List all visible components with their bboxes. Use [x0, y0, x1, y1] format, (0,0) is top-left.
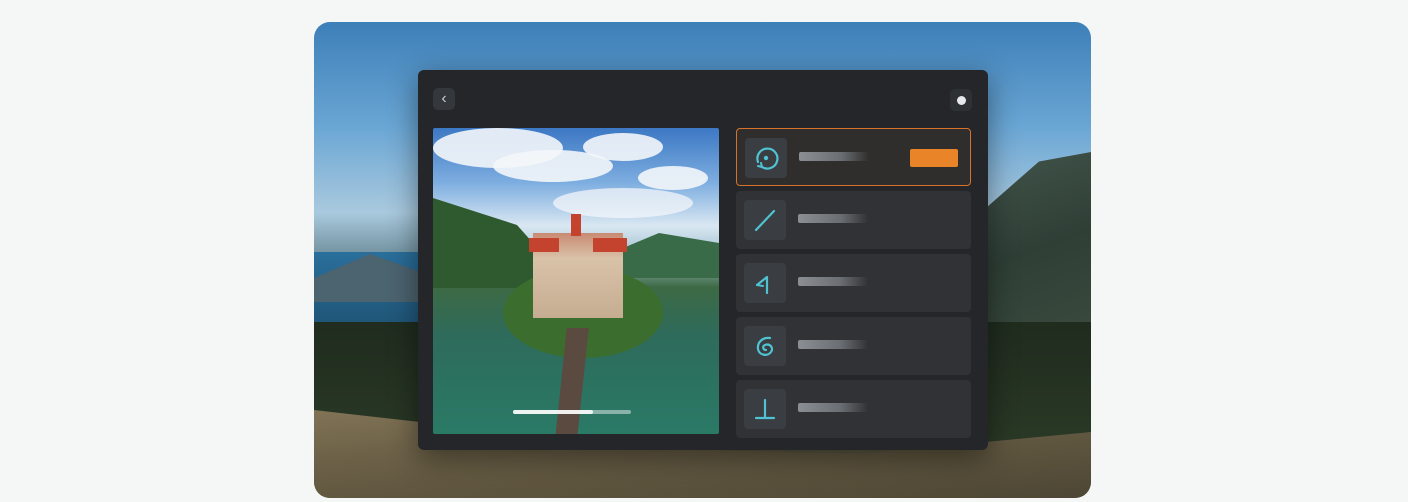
cloud [638, 166, 708, 190]
mode-item-vertical[interactable] [736, 380, 971, 438]
settings-button[interactable] [950, 89, 972, 111]
mode-icon-container [745, 138, 787, 178]
mode-item-line[interactable] [736, 191, 971, 249]
castle-roof [529, 238, 559, 252]
playback-progress-fill [513, 410, 594, 414]
flight-mode-list [736, 128, 971, 443]
mode-item-orbit[interactable] [736, 128, 971, 186]
mode-icon-container [744, 200, 786, 240]
mode-preview-image [433, 128, 719, 434]
playback-progress-track[interactable] [513, 410, 631, 414]
mode-item-rise[interactable] [736, 254, 971, 312]
castle-roof [593, 238, 627, 252]
selected-mode-badge [910, 149, 958, 167]
vertical-ascend-icon [754, 398, 776, 420]
mode-item-spiral[interactable] [736, 317, 971, 375]
quickshot-panel: ‹ [418, 70, 988, 450]
mode-label [798, 340, 868, 349]
mode-icon-container [744, 263, 786, 303]
castle-spire [571, 214, 581, 236]
mode-label [798, 403, 868, 412]
mode-label [798, 214, 868, 223]
mode-icon-container [744, 326, 786, 366]
settings-dot-icon [956, 95, 966, 105]
mode-label [799, 152, 869, 161]
rise-path-icon [755, 275, 769, 295]
mode-label [798, 277, 868, 286]
mode-icon-container [744, 389, 786, 429]
back-button[interactable]: ‹ [433, 88, 455, 110]
cloud [583, 133, 663, 161]
orbit-icon [756, 147, 779, 170]
line-path-icon [754, 209, 776, 232]
spiral-icon [756, 336, 774, 356]
back-chevron-icon: ‹ [441, 90, 447, 107]
